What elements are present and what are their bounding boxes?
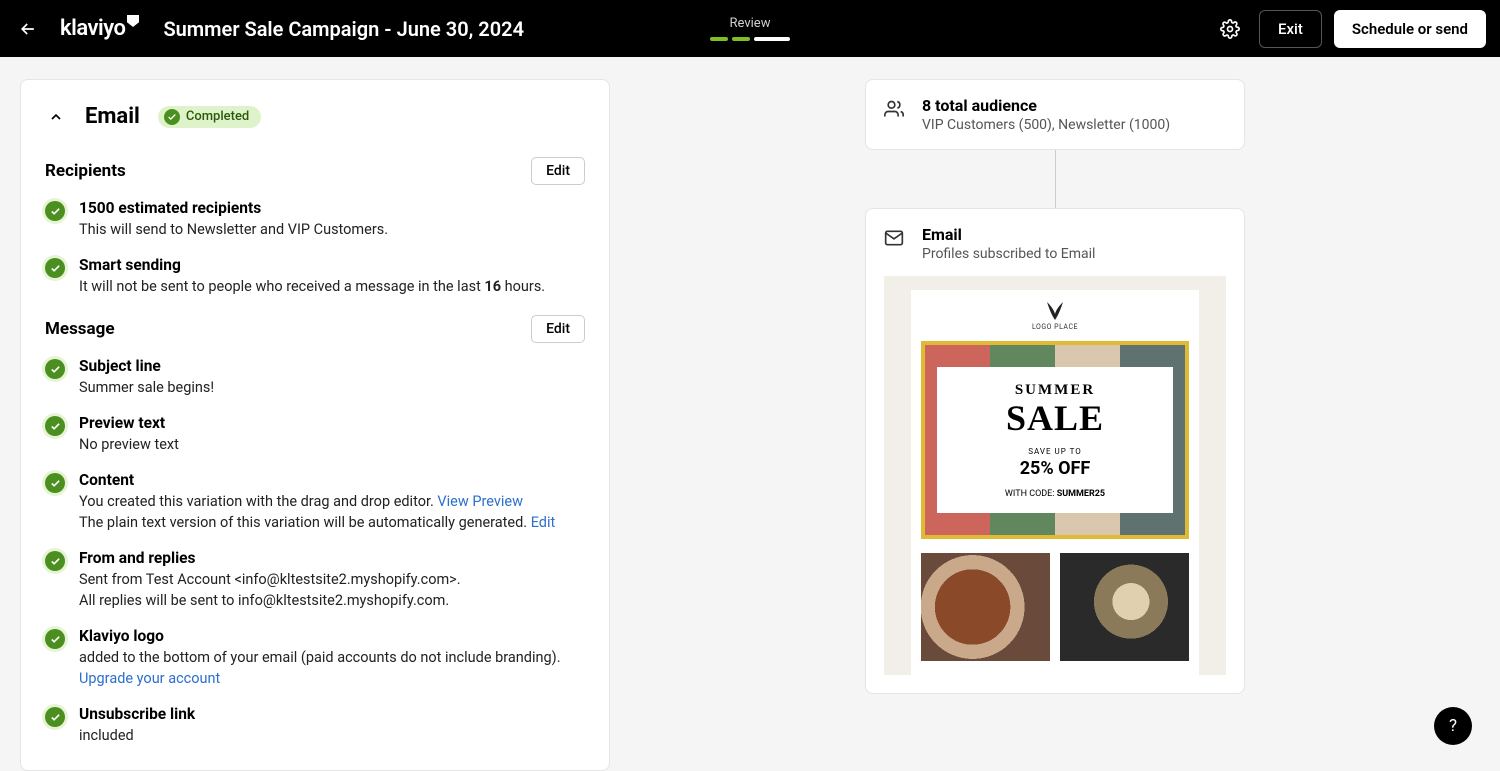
check-icon [45, 258, 65, 278]
badge-label: Completed [186, 109, 249, 124]
hero-saveup: SAVE UP TO [1028, 447, 1081, 456]
check-icon [164, 109, 180, 125]
email-node-sub: Profiles subscribed to Email [922, 246, 1095, 262]
audience-icon [884, 99, 904, 119]
check-icon [45, 707, 65, 727]
item-title: Smart sending [79, 256, 545, 274]
item-subject-line: Subject line Summer sale begins! [45, 357, 585, 398]
preview-logo-placeholder: LOGO PLACE [911, 302, 1199, 331]
step-bar-1 [710, 37, 728, 41]
item-preview-text: Preview text No preview text [45, 414, 585, 455]
audience-title: 8 total audience [922, 96, 1170, 115]
email-node-title: Email [922, 225, 1095, 244]
item-desc: Sent from Test Account <info@kltestsite2… [79, 569, 461, 611]
check-icon [45, 629, 65, 649]
logo-mark-icon [127, 15, 139, 27]
audience-sub: VIP Customers (500), Newsletter (1000) [922, 117, 1170, 133]
view-preview-link[interactable]: View Preview [437, 493, 523, 510]
app-header: klaviyo Summer Sale Campaign - June 30, … [0, 0, 1500, 57]
email-review-card: Email Completed Recipients Edit 1500 est… [20, 79, 610, 771]
help-button[interactable]: ? [1434, 707, 1472, 745]
item-title: Preview text [79, 414, 179, 432]
item-desc: You created this variation with the drag… [79, 491, 555, 533]
card-title-email: Email [85, 104, 140, 129]
status-badge: Completed [158, 106, 261, 128]
step-label: Review [710, 16, 790, 31]
section-title-recipients: Recipients [45, 161, 126, 181]
preview-thumb-2 [1060, 553, 1189, 661]
hero-pct: 25% OFF [1020, 458, 1091, 479]
preview-hero: SUMMER SALE SAVE UP TO 25% OFF WITH CODE… [921, 341, 1189, 539]
check-icon [45, 359, 65, 379]
audience-node[interactable]: 8 total audience VIP Customers (500), Ne… [865, 79, 1245, 150]
item-title: Unsubscribe link [79, 705, 195, 723]
collapse-toggle[interactable] [45, 106, 67, 128]
edit-plaintext-link[interactable]: Edit [531, 514, 556, 531]
check-icon [45, 416, 65, 436]
item-from-replies: From and replies Sent from Test Account … [45, 549, 585, 611]
check-icon [45, 551, 65, 571]
schedule-send-button[interactable]: Schedule or send [1334, 10, 1486, 48]
item-desc: included [79, 725, 195, 746]
edit-message-button[interactable]: Edit [531, 315, 585, 343]
item-unsubscribe-link: Unsubscribe link included [45, 705, 585, 746]
item-desc: Summer sale begins! [79, 377, 214, 398]
edit-recipients-button[interactable]: Edit [531, 157, 585, 185]
item-title: Content [79, 471, 555, 489]
back-arrow[interactable] [14, 15, 42, 43]
item-title: 1500 estimated recipients [79, 199, 388, 217]
item-desc: It will not be sent to people who receiv… [79, 276, 545, 297]
item-title: From and replies [79, 549, 461, 567]
hero-sale: SALE [1006, 397, 1104, 439]
campaign-flow: 8 total audience VIP Customers (500), Ne… [865, 79, 1245, 765]
settings-button[interactable] [1213, 12, 1247, 46]
item-estimated-recipients: 1500 estimated recipients This will send… [45, 199, 585, 240]
item-desc: No preview text [79, 434, 179, 455]
section-title-message: Message [45, 319, 115, 339]
exit-button[interactable]: Exit [1259, 10, 1322, 48]
step-bar-2 [732, 37, 750, 41]
preview-thumb-1 [921, 553, 1050, 661]
campaign-title: Summer Sale Campaign - June 30, 2024 [163, 17, 524, 41]
arrow-left-icon [18, 19, 38, 39]
upgrade-account-link[interactable]: Upgrade your account [79, 670, 220, 687]
item-klaviyo-logo: Klaviyo logo added to the bottom of your… [45, 627, 585, 689]
gear-icon [1220, 19, 1240, 39]
item-desc: This will send to Newsletter and VIP Cus… [79, 219, 388, 240]
email-preview: LOGO PLACE SUMMER SALE SAVE UP TO 25% OF… [884, 276, 1226, 675]
chevron-up-icon [48, 109, 64, 125]
email-node[interactable]: Email Profiles subscribed to Email LOGO … [865, 208, 1245, 694]
item-title: Klaviyo logo [79, 627, 561, 645]
flow-connector [1055, 150, 1056, 208]
step-bar-3 [754, 37, 790, 41]
item-content: Content You created this variation with … [45, 471, 585, 533]
item-smart-sending: Smart sending It will not be sent to peo… [45, 256, 585, 297]
check-icon [45, 201, 65, 221]
check-icon [45, 473, 65, 493]
progress-stepper: Review [710, 16, 790, 41]
leaf-icon [1043, 302, 1067, 320]
item-desc: added to the bottom of your email (paid … [79, 647, 561, 689]
item-title: Subject line [79, 357, 214, 375]
hero-code: WITH CODE: SUMMER25 [1005, 489, 1105, 499]
klaviyo-logo: klaviyo [60, 15, 139, 43]
email-icon [884, 228, 904, 248]
